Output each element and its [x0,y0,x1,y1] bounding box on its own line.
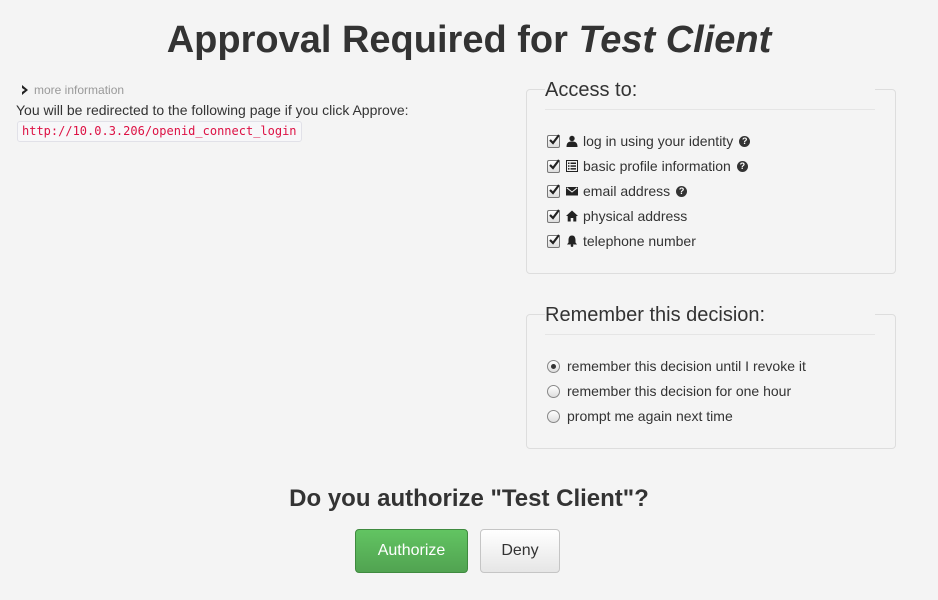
authorize-button[interactable]: Authorize [355,529,468,573]
scope-address-checkbox[interactable] [547,208,560,223]
scope-item-login: log in using your identity ? [547,132,751,150]
scope-item-phone: telephone number [547,232,696,250]
scope-phone-checkbox[interactable] [547,233,560,248]
page-title: Approval Required for Test Client [0,16,938,64]
list-icon [566,160,578,172]
bell-icon [567,235,577,247]
user-icon [566,135,578,147]
more-information-toggle[interactable]: more information [20,83,124,97]
legend-divider [545,334,875,335]
help-icon[interactable]: ? [676,185,688,197]
remember-decision-fieldset: Remember this decision: remember this de… [526,303,896,449]
redirect-url: http://10.0.3.206/openid_connect_login [17,121,302,142]
scope-login-checkbox[interactable] [547,133,560,148]
remember-option-one-hour[interactable]: remember this decision for one hour [547,382,791,400]
approval-page: Approval Required for Test Client more i… [0,0,938,600]
scope-profile-label: basic profile information [583,158,731,174]
prompt-again-label: prompt me again next time [567,408,733,424]
scope-item-profile: basic profile information ? [547,157,748,175]
prompt-again-radio[interactable] [547,409,560,423]
remember-one-hour-radio[interactable] [547,384,560,398]
title-prefix: Approval Required for [166,19,568,61]
more-information-label: more information [34,83,125,97]
envelope-icon [566,187,578,196]
home-icon [566,210,578,222]
scope-item-address: physical address [547,207,687,225]
remember-until-revoke-label: remember this decision until I revoke it [567,358,806,374]
deny-button[interactable]: Deny [480,529,560,573]
scope-email-checkbox[interactable] [547,183,560,198]
redirect-notice: You will be redirected to the following … [16,102,409,118]
help-icon[interactable]: ? [739,135,751,147]
help-icon[interactable]: ? [736,160,748,172]
remember-one-hour-label: remember this decision for one hour [567,383,792,399]
remember-legend: Remember this decision: [545,303,875,327]
access-legend: Access to: [545,78,875,102]
scope-email-label: email address [583,183,671,199]
scope-login-label: log in using your identity [583,133,734,149]
authorize-question: Do you authorize "Test Client"? [289,485,649,512]
remember-option-prompt-again[interactable]: prompt me again next time [547,407,733,425]
remember-option-until-revoke[interactable]: remember this decision until I revoke it [547,357,806,375]
scope-item-email: email address ? [547,182,688,200]
access-scopes-fieldset: Access to: log in using your identity ? [526,78,896,274]
scope-profile-checkbox[interactable] [547,158,560,173]
client-name: Test Client [578,19,772,61]
scope-address-label: physical address [583,208,688,224]
remember-until-revoke-radio[interactable] [547,359,560,373]
legend-divider [545,109,875,110]
chevron-right-icon [22,85,28,95]
scope-phone-label: telephone number [583,233,696,249]
